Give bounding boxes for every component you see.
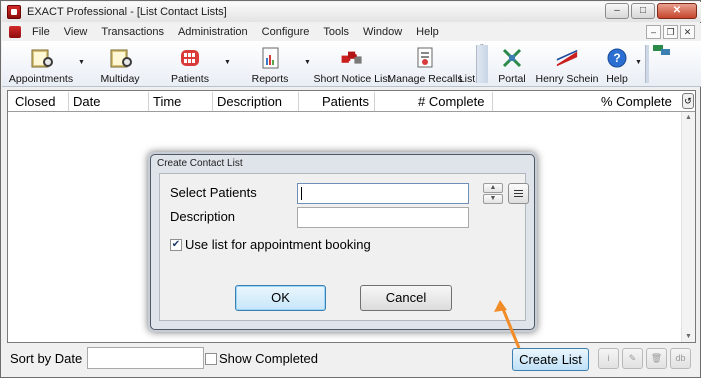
delete-icon[interactable]: 🗑 (646, 348, 667, 369)
reports-button[interactable]: Reports (248, 43, 292, 85)
teeth-icon (178, 47, 202, 69)
mdi-restore-button[interactable]: ❐ (663, 25, 678, 39)
report-icon (258, 47, 282, 69)
cancel-button[interactable]: Cancel (360, 285, 452, 311)
column-separator (492, 92, 493, 111)
maximize-button[interactable]: □ (631, 3, 655, 19)
manage-recalls-button[interactable]: Manage Recalls (387, 43, 463, 85)
column-patients[interactable]: Patients (322, 94, 369, 109)
menu-configure[interactable]: Configure (255, 26, 317, 38)
text-caret (301, 187, 302, 200)
show-completed-label: Show Completed (219, 351, 318, 366)
help-dropdown-icon[interactable]: ▼ (635, 59, 642, 66)
select-patients-spinner[interactable]: ▲ ▼ (483, 183, 503, 204)
column-percent-complete[interactable]: % Complete (601, 94, 672, 109)
column-closed[interactable]: Closed (15, 94, 55, 109)
edit-icon[interactable]: ✎ (622, 348, 643, 369)
menu-window[interactable]: Window (356, 26, 409, 38)
description-label: Description (170, 209, 236, 224)
scroll-up-icon[interactable]: ▲ (685, 114, 692, 121)
minimize-button[interactable]: – (605, 3, 629, 19)
create-contact-list-dialog: Create Contact List Select Patients ▲ ▼ … (150, 154, 535, 330)
bottom-bar: Sort by Date Show Completed Create List … (7, 347, 696, 371)
svg-text:?: ? (613, 51, 620, 65)
mdi-close-button[interactable]: ✕ (680, 25, 695, 39)
menu-file[interactable]: File (25, 26, 57, 38)
table-header: Closed Date Time Description Patients # … (8, 91, 695, 112)
document-icon[interactable] (9, 26, 21, 38)
select-patients-input[interactable] (297, 183, 469, 204)
reports-dropdown-icon[interactable]: ▼ (304, 59, 311, 66)
window-controls: – □ ✕ (603, 3, 697, 19)
appointments-dropdown-icon[interactable]: ▼ (78, 59, 85, 66)
column-separator (68, 92, 69, 111)
menu-bar: File View Transactions Administration Co… (2, 23, 701, 41)
app-window: EXACT Professional - [List Contact Lists… (0, 0, 701, 378)
multiday-book-icon (108, 47, 132, 69)
vertical-scrollbar[interactable]: ▲ ▼ (681, 112, 695, 342)
close-button[interactable]: ✕ (657, 3, 697, 19)
menu-help[interactable]: Help (409, 26, 446, 38)
dialog-body: Select Patients ▲ ▼ Description ✔ Use li… (159, 173, 529, 321)
column-time[interactable]: Time (153, 94, 181, 109)
app-logo-icon (7, 5, 21, 19)
menu-view[interactable]: View (57, 26, 95, 38)
column-separator (298, 92, 299, 111)
help-question-icon: ? (605, 47, 629, 69)
sort-by-date-label: Sort by Date (10, 351, 83, 366)
use-list-checkbox[interactable]: ✔ (170, 239, 182, 251)
window-title: EXACT Professional - [List Contact Lists… (27, 6, 227, 18)
short-notice-list-button[interactable]: Short Notice List (313, 43, 391, 85)
patients-button[interactable]: Patients (168, 43, 212, 85)
column-description[interactable]: Description (217, 94, 282, 109)
annotation-arrow-icon (494, 300, 521, 349)
henry-schein-button[interactable]: Henry Schein (535, 43, 599, 85)
puzzle-icon (340, 47, 364, 69)
portal-button[interactable]: Portal (496, 43, 528, 85)
column-separator (212, 92, 213, 111)
help-button[interactable]: ? Help (603, 43, 631, 85)
recall-document-icon (413, 47, 437, 69)
use-list-label: Use list for appointment booking (185, 237, 371, 252)
menu-administration[interactable]: Administration (171, 26, 255, 38)
column-number-complete[interactable]: # Complete (418, 94, 484, 109)
menu-transactions[interactable]: Transactions (94, 26, 171, 38)
connection-status-icon (652, 43, 672, 57)
select-patients-label: Select Patients (170, 185, 257, 200)
toolbar-separator-right (645, 45, 649, 83)
title-bar: EXACT Professional - [List Contact Lists… (2, 2, 701, 22)
info-icon[interactable]: i (598, 348, 619, 369)
mdi-minimize-button[interactable]: – (646, 25, 661, 39)
list-button[interactable]: List (459, 43, 475, 85)
column-date[interactable]: Date (73, 94, 100, 109)
toolbar: Appointments ▼ Multiday Patients ▼ Repor… (2, 41, 701, 87)
column-chooser-button[interactable]: ↺ (682, 93, 694, 109)
scroll-down-icon[interactable]: ▼ (685, 333, 692, 340)
sort-by-date-input[interactable] (87, 347, 204, 369)
dialog-title: Create Contact List (157, 158, 243, 169)
database-icon[interactable]: db (670, 348, 691, 369)
toolbar-separator (476, 45, 488, 83)
appointment-book-icon (29, 47, 53, 69)
menu-tools[interactable]: Tools (316, 26, 356, 38)
column-separator (148, 92, 149, 111)
henry-schein-logo-icon (555, 47, 579, 69)
ok-button[interactable]: OK (235, 285, 326, 311)
multiday-button[interactable]: Multiday (98, 43, 142, 85)
appointments-button[interactable]: Appointments (8, 43, 74, 85)
spin-down-icon[interactable]: ▼ (483, 194, 503, 204)
description-input[interactable] (297, 207, 469, 228)
patient-list-button[interactable] (508, 183, 529, 204)
portal-arrows-icon (500, 47, 524, 69)
mdi-controls: – ❐ ✕ (644, 25, 695, 39)
patients-dropdown-icon[interactable]: ▼ (224, 59, 231, 66)
spin-up-icon[interactable]: ▲ (483, 183, 503, 193)
show-completed-checkbox[interactable] (205, 353, 217, 365)
column-separator (374, 92, 375, 111)
